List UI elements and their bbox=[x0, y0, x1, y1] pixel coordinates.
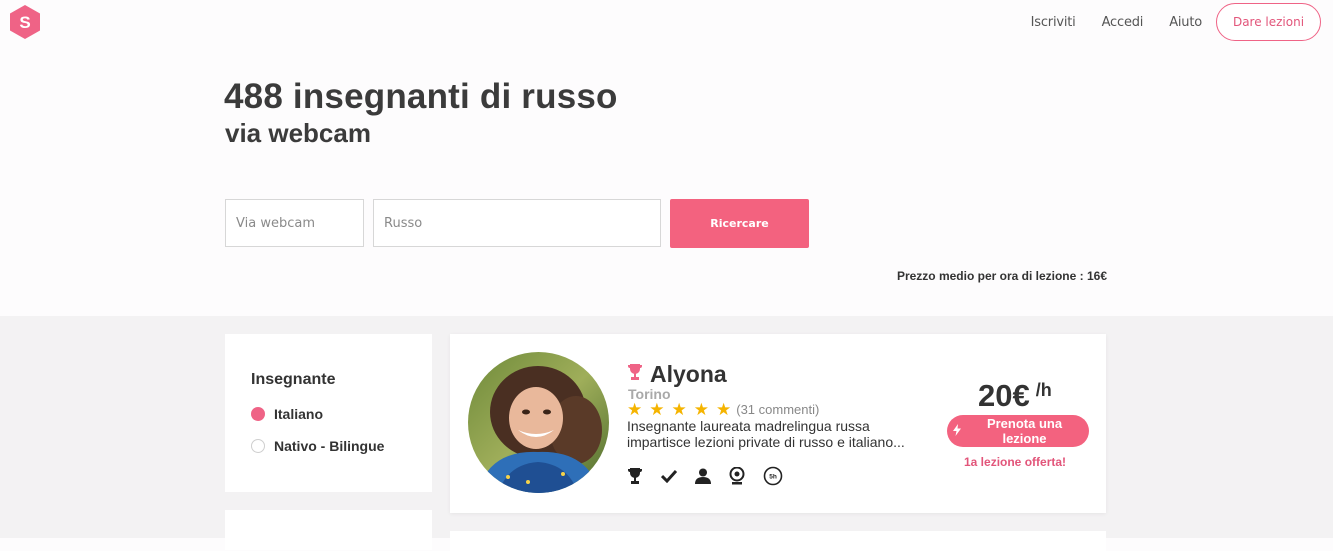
book-lesson-button[interactable]: Prenota una lezione bbox=[947, 415, 1089, 447]
svg-text:S: S bbox=[19, 13, 30, 32]
person-icon bbox=[695, 467, 711, 485]
top-bar: S Iscriviti Accedi Aiuto Dare lezioni bbox=[0, 0, 1333, 48]
teacher-badges: 5h bbox=[627, 466, 801, 486]
nav-signup-link[interactable]: Iscriviti bbox=[1031, 15, 1076, 30]
nav-login-link[interactable]: Accedi bbox=[1102, 15, 1144, 30]
check-icon bbox=[661, 467, 677, 485]
filter-option-italiano[interactable]: Italiano bbox=[251, 406, 323, 422]
filter-title: Insegnante bbox=[251, 371, 336, 388]
rating-stars: ★ ★ ★ ★ ★ (31 commenti) bbox=[627, 401, 819, 418]
teacher-price: 20€/h bbox=[978, 378, 1052, 414]
search-button[interactable]: Ricercare bbox=[670, 199, 809, 248]
star-icon: ★ bbox=[649, 400, 665, 419]
lightning-icon bbox=[953, 423, 961, 439]
top-nav: Iscriviti Accedi Aiuto Dare lezioni bbox=[1031, 3, 1321, 41]
trophy-icon bbox=[627, 467, 643, 485]
webcam-icon bbox=[729, 467, 745, 485]
teacher-description[interactable]: Insegnante laureata madrelingua russa im… bbox=[627, 418, 927, 450]
teacher-name[interactable]: Alyona bbox=[650, 361, 727, 388]
teacher-card-next[interactable] bbox=[450, 531, 1106, 551]
average-price-text: Prezzo medio per ora di lezione : 16€ bbox=[896, 269, 1107, 283]
subject-input[interactable] bbox=[373, 199, 661, 247]
filter-option-label: Italiano bbox=[274, 406, 324, 422]
page-subtitle: via webcam bbox=[225, 118, 371, 148]
page-title: 488 insegnanti di russo bbox=[224, 77, 618, 116]
filter-card: Insegnante Italiano Nativo - Bilingue bbox=[225, 334, 432, 492]
filter-card-secondary bbox=[225, 510, 432, 550]
star-icon: ★ bbox=[716, 400, 732, 419]
price-amount: 20€ bbox=[978, 378, 1030, 413]
radio-unselected-icon[interactable] bbox=[251, 439, 265, 453]
star-icon: ★ bbox=[671, 400, 687, 419]
teacher-avatar[interactable] bbox=[468, 352, 609, 493]
trophy-icon bbox=[628, 363, 642, 386]
review-count[interactable]: (31 commenti) bbox=[736, 402, 819, 417]
first-lesson-offer: 1a lezione offerta! bbox=[964, 455, 1067, 469]
star-icon: ★ bbox=[627, 400, 643, 419]
teacher-card[interactable]: Alyona Torino ★ ★ ★ ★ ★ (31 commenti) In… bbox=[450, 334, 1106, 513]
teacher-name-row: Alyona bbox=[628, 361, 727, 388]
filter-option-label: Nativo - Bilingue bbox=[274, 438, 385, 454]
radio-selected-icon[interactable] bbox=[251, 407, 265, 421]
filter-option-native[interactable]: Nativo - Bilingue bbox=[251, 438, 384, 454]
star-icon: ★ bbox=[693, 400, 709, 419]
hours-icon: 5h bbox=[763, 466, 783, 486]
svg-text:5h: 5h bbox=[769, 474, 777, 481]
logo-icon[interactable]: S bbox=[8, 4, 42, 40]
nav-help-link[interactable]: Aiuto bbox=[1169, 15, 1202, 30]
price-unit: /h bbox=[1035, 380, 1052, 400]
give-lessons-button[interactable]: Dare lezioni bbox=[1216, 3, 1321, 41]
book-lesson-label: Prenota una lezione bbox=[986, 416, 1063, 446]
mode-input[interactable] bbox=[225, 199, 364, 247]
